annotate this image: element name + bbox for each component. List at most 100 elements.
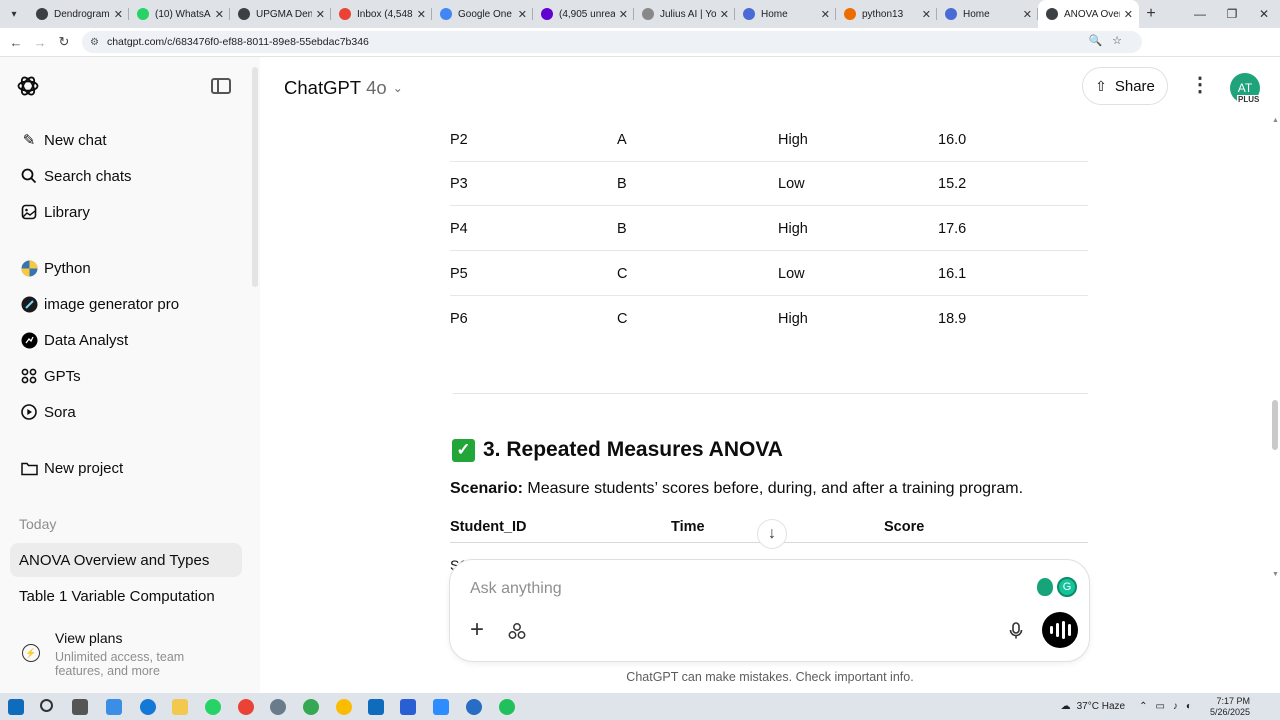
tab-close-icon[interactable]: ✕ [215, 8, 224, 21]
new-chat-item[interactable]: ✎ New chat [10, 123, 242, 157]
library-icon [20, 203, 38, 221]
history-item-active[interactable]: ANOVA Overview and Types [10, 543, 242, 577]
tab-close-icon[interactable]: ✕ [1023, 8, 1032, 21]
taskbar-app-icon[interactable] [499, 699, 515, 715]
zoom-and-bookmark-icons[interactable]: 🔍☆ [1088, 34, 1132, 47]
windows-start-icon[interactable] [8, 699, 24, 715]
tab-close-icon[interactable]: ✕ [821, 8, 830, 21]
model-name: ChatGPT [284, 77, 362, 98]
whatsapp-icon[interactable] [205, 699, 221, 715]
gpts-item[interactable]: GPTs [10, 359, 242, 393]
site-info-icon[interactable]: ⚙ [90, 37, 99, 48]
image-generator-icon [20, 295, 38, 313]
search-chats-item[interactable]: Search chats [10, 159, 242, 193]
zoom-icon[interactable] [433, 699, 449, 715]
reload-icon[interactable]: ↻ [52, 34, 76, 50]
browser-tab[interactable]: Julius AI | Your ✕ [634, 0, 735, 28]
model-selector[interactable]: ChatGPT 4o ⌄ [284, 77, 403, 99]
tab-close-icon[interactable]: ✕ [619, 8, 628, 21]
tab-favicon-icon [440, 8, 452, 20]
library-item[interactable]: Library [10, 195, 242, 229]
tab-search-icon[interactable]: ▾ [0, 0, 28, 28]
back-icon[interactable]: ← [4, 35, 28, 50]
gpt-item-data-analyst[interactable]: Data Analyst [10, 323, 242, 357]
history-item[interactable]: Table 1 Variable Computation [10, 579, 242, 613]
chat-app-icon[interactable] [270, 699, 286, 715]
edge-icon[interactable] [140, 699, 156, 715]
table-cell: 16.1 [938, 266, 967, 282]
extension-bulb-icon[interactable] [1037, 578, 1053, 596]
new-tab-button[interactable]: + [1139, 5, 1163, 23]
url-field[interactable]: ⚙ chatgpt.com/c/683476f0-ef88-8011-89e8-… [82, 31, 1142, 53]
chrome-icon[interactable] [238, 699, 254, 715]
chrome-profile-icon[interactable] [303, 699, 319, 715]
r-icon[interactable] [466, 699, 482, 715]
weather-icon[interactable]: ☁ [1061, 701, 1071, 712]
share-button[interactable]: ⇧ Share [1082, 67, 1168, 105]
tab-label: python13 [862, 8, 904, 20]
tab-close-icon[interactable]: ✕ [316, 8, 325, 21]
sora-item[interactable]: Sora [10, 395, 242, 429]
task-view-icon[interactable] [72, 699, 88, 715]
microphone-icon[interactable] [1009, 622, 1023, 640]
taskbar-app-icon[interactable] [400, 699, 416, 715]
tab-close-icon[interactable]: ✕ [922, 8, 931, 21]
tab-favicon-icon [339, 8, 351, 20]
openai-logo-icon[interactable] [16, 74, 40, 98]
minimize-button[interactable]: — [1184, 0, 1216, 28]
restore-button[interactable]: ❐ [1216, 0, 1248, 28]
table-row: P5 C Low 16.1 [450, 251, 1088, 296]
attach-plus-icon[interactable]: + [470, 618, 484, 642]
browser-tab[interactable]: UPGMA Dendr ✕ [230, 0, 331, 28]
tab-favicon-icon [238, 8, 250, 20]
tab-close-icon[interactable]: ✕ [114, 8, 123, 21]
tab-favicon-icon [541, 8, 553, 20]
tools-icon[interactable] [508, 622, 526, 640]
more-options-icon[interactable]: ⋮ [1190, 75, 1210, 95]
message-composer[interactable]: Ask anything G + [449, 559, 1090, 662]
scroll-up-arrow-icon[interactable]: ▲ [1272, 117, 1279, 124]
tab-close-icon[interactable]: ✕ [1124, 8, 1133, 21]
main-scrollbar-thumb[interactable] [1272, 400, 1278, 450]
scroll-to-bottom-button[interactable]: ↓ [757, 519, 787, 549]
grammarly-icon[interactable]: G [1057, 577, 1077, 597]
browser-tab[interactable]: Google One St ✕ [432, 0, 533, 28]
browser-tab[interactable]: Inbox (4,548) ✕ [331, 0, 432, 28]
tray-icons[interactable]: ⌃▭♪◐ [1139, 701, 1200, 712]
check-mark-icon: ✓ [452, 438, 475, 462]
table-cell: High [778, 311, 808, 327]
browser-tab[interactable]: Home ✕ [937, 0, 1038, 28]
browser-tab[interactable]: Dendrogram c ✕ [28, 0, 129, 28]
clock[interactable]: 7:17 PM 5/26/2025 [1210, 696, 1250, 718]
prompt-input[interactable]: Ask anything [470, 580, 562, 598]
forward-icon[interactable]: → [28, 35, 52, 50]
file-explorer-icon[interactable] [172, 699, 188, 715]
taskbar-search-icon[interactable] [40, 699, 53, 712]
history-item-label: ANOVA Overview and Types [19, 551, 210, 569]
gpt-item-image-generator-pro[interactable]: image generator pro [10, 287, 242, 321]
sidebar-toggle-icon[interactable] [211, 78, 231, 94]
voice-mode-button[interactable] [1042, 612, 1078, 648]
tab-close-icon[interactable]: ✕ [720, 8, 729, 21]
tab-close-icon[interactable]: ✕ [518, 8, 527, 21]
history-section-today: Today [19, 516, 57, 532]
close-window-button[interactable]: ✕ [1248, 0, 1280, 28]
outlook-icon[interactable] [368, 699, 384, 715]
sora-icon [20, 403, 38, 421]
chrome-active-icon[interactable] [336, 699, 352, 715]
gpt-item-python[interactable]: Python [10, 251, 242, 285]
taskbar-app-icon[interactable] [106, 699, 122, 715]
browser-tab[interactable]: (10) WhatsApp ✕ [129, 0, 230, 28]
browser-tab-active[interactable]: ANOVA Overvi ✕ [1038, 0, 1139, 28]
view-plans-button[interactable]: ⚡ View plans Unlimited access, team feat… [10, 622, 242, 682]
browser-tab[interactable]: Home ✕ [735, 0, 836, 28]
browser-tab[interactable]: (4,905 unread) ✕ [533, 0, 634, 28]
new-project-item[interactable]: New project [10, 451, 242, 485]
browser-tab[interactable]: python13 ✕ [836, 0, 937, 28]
tab-close-icon[interactable]: ✕ [417, 8, 426, 21]
sidebar-scrollbar[interactable] [252, 67, 258, 287]
scroll-down-arrow-icon[interactable]: ▼ [1272, 571, 1279, 578]
weather-text[interactable]: 37°C Haze [1077, 701, 1125, 712]
grid-icon [20, 367, 38, 385]
clock-date: 5/26/2025 [1209, 706, 1250, 717]
